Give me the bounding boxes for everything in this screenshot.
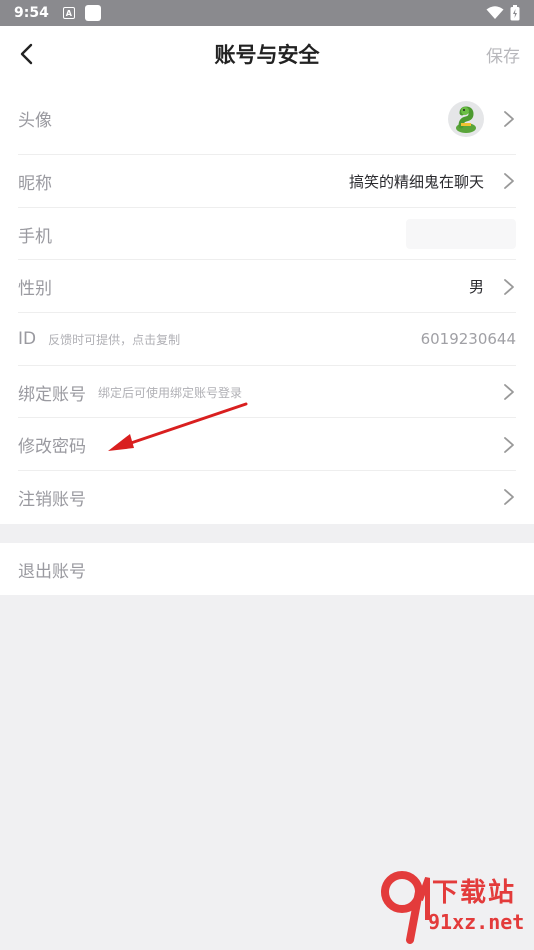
battery-icon [510, 5, 520, 21]
chevron-right-icon [504, 489, 514, 506]
logout-label: 退出账号 [18, 561, 86, 582]
row-label-avatar: 头像 [18, 111, 52, 131]
row-label-id: ID [18, 329, 37, 350]
delete-account-row[interactable]: 注销账号 [0, 471, 534, 524]
chevron-right-icon [504, 173, 514, 190]
watermark-logo-icon [381, 871, 430, 944]
status-bar: 9:54 A [0, 0, 534, 26]
phone-value-redacted [406, 219, 516, 250]
chevron-right-icon [504, 110, 514, 127]
logout-row[interactable]: 退出账号 [0, 543, 534, 595]
avatar-row[interactable]: 头像 [0, 82, 534, 155]
nickname-row[interactable]: 昵称 搞笑的精细鬼在聊天 [0, 155, 534, 208]
id-value: 6019230644 [420, 330, 516, 349]
chevron-right-icon [504, 384, 514, 400]
nav-bar: 账号与安全 保存 [0, 26, 534, 82]
gender-row[interactable]: 性别 男 [0, 260, 534, 313]
watermark: 下载站 91xz.net [380, 868, 530, 946]
id-row[interactable]: ID 反馈时可提供，点击复制 6019230644 [0, 313, 534, 366]
row-label-gender: 性别 [18, 279, 52, 300]
watermark-en: 91xz.net [428, 910, 525, 934]
gender-value: 男 [468, 278, 484, 297]
bind-account-row[interactable]: 绑定账号 绑定后可使用绑定账号登录 [0, 366, 534, 419]
save-button[interactable]: 保存 [486, 42, 520, 67]
page-title: 账号与安全 [214, 43, 320, 67]
chevron-right-icon [504, 278, 514, 295]
notification-square-icon [84, 5, 101, 21]
notification-a-icon: A [62, 7, 75, 19]
wifi-icon [486, 6, 504, 19]
status-right [486, 5, 520, 21]
row-label-change-password: 修改密码 [18, 437, 86, 458]
avatar[interactable] [448, 100, 484, 137]
settings-list: 头像 昵称 搞笑的精细鬼在聊天 手机 性别 男 ID 反馈时可提供，点击复制 6… [0, 82, 534, 524]
row-label-bind-account: 绑定账号 [18, 384, 86, 405]
bind-account-hint: 绑定后可使用绑定账号登录 [98, 385, 243, 400]
id-hint: 反馈时可提供，点击复制 [48, 332, 181, 347]
status-time: 9:54 [14, 5, 49, 21]
row-label-phone: 手机 [18, 226, 52, 247]
row-label-delete-account: 注销账号 [18, 489, 86, 510]
phone-row[interactable]: 手机 [0, 208, 534, 261]
row-label-nickname: 昵称 [18, 173, 52, 194]
watermark-cn: 下载站 [432, 878, 517, 908]
back-arrow-icon[interactable] [14, 40, 42, 68]
chevron-right-icon [504, 436, 514, 453]
change-password-row[interactable]: 修改密码 [0, 418, 534, 471]
nickname-value: 搞笑的精细鬼在聊天 [348, 172, 484, 191]
avatar-snake-icon [456, 105, 476, 133]
